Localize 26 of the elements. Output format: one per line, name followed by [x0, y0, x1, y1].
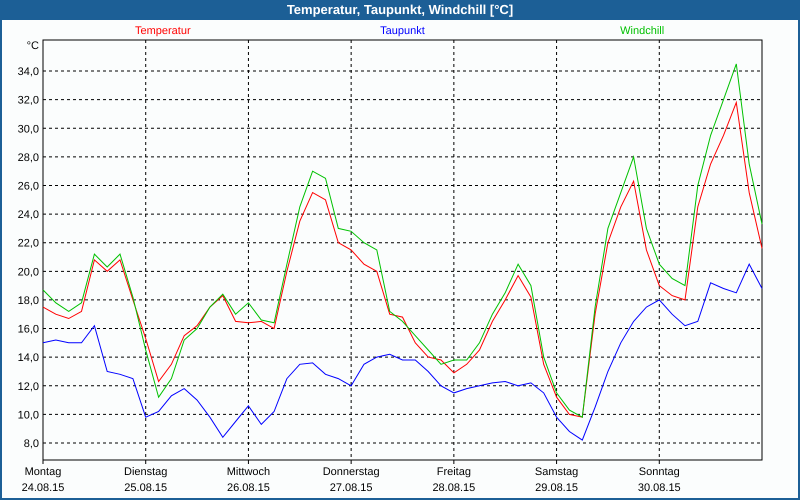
- y-tick-label: 20,0: [18, 266, 39, 278]
- x-tick-label: Sonntag 30.08.15: [638, 466, 681, 494]
- y-tick-label: 18,0: [18, 294, 39, 307]
- y-tick-label: 22,0: [18, 238, 39, 250]
- window-title: Temperatur, Taupunkt, Windchill [°C]: [286, 1, 514, 20]
- x-tick-label: Donnerstag 27.08.15: [322, 466, 380, 494]
- legend-label: Temperatur: [135, 25, 191, 37]
- y-tick-label: 26,0: [18, 180, 39, 192]
- y-tick-label: 24,0: [18, 209, 39, 222]
- x-tick-label: Dienstag 25.08.15: [124, 466, 168, 494]
- x-tick-label: Samstag 29.08.15: [534, 466, 578, 494]
- y-tick-label: 16,0: [18, 324, 39, 336]
- legend-label: Taupunkt: [380, 25, 425, 37]
- legend-label: Windchill: [620, 25, 664, 37]
- y-tick-label: 12,0: [18, 380, 39, 393]
- x-tick-label: Montag 24.08.15: [22, 466, 64, 494]
- y-axis-unit: °C: [26, 40, 39, 52]
- y-tick-label: 8,0: [24, 438, 39, 450]
- y-tick-label: 14,0: [18, 352, 39, 364]
- y-tick-label: 28,0: [18, 152, 39, 164]
- y-tick-label: 32,0: [18, 94, 39, 107]
- x-tick-label: Mittwoch 26.08.15: [226, 466, 270, 494]
- y-tick-label: 34,0: [18, 66, 39, 78]
- y-tick-label: 30,0: [18, 123, 39, 136]
- x-tick-label: Freitag 28.08.15: [432, 466, 476, 494]
- y-tick-label: 10,0: [18, 409, 39, 422]
